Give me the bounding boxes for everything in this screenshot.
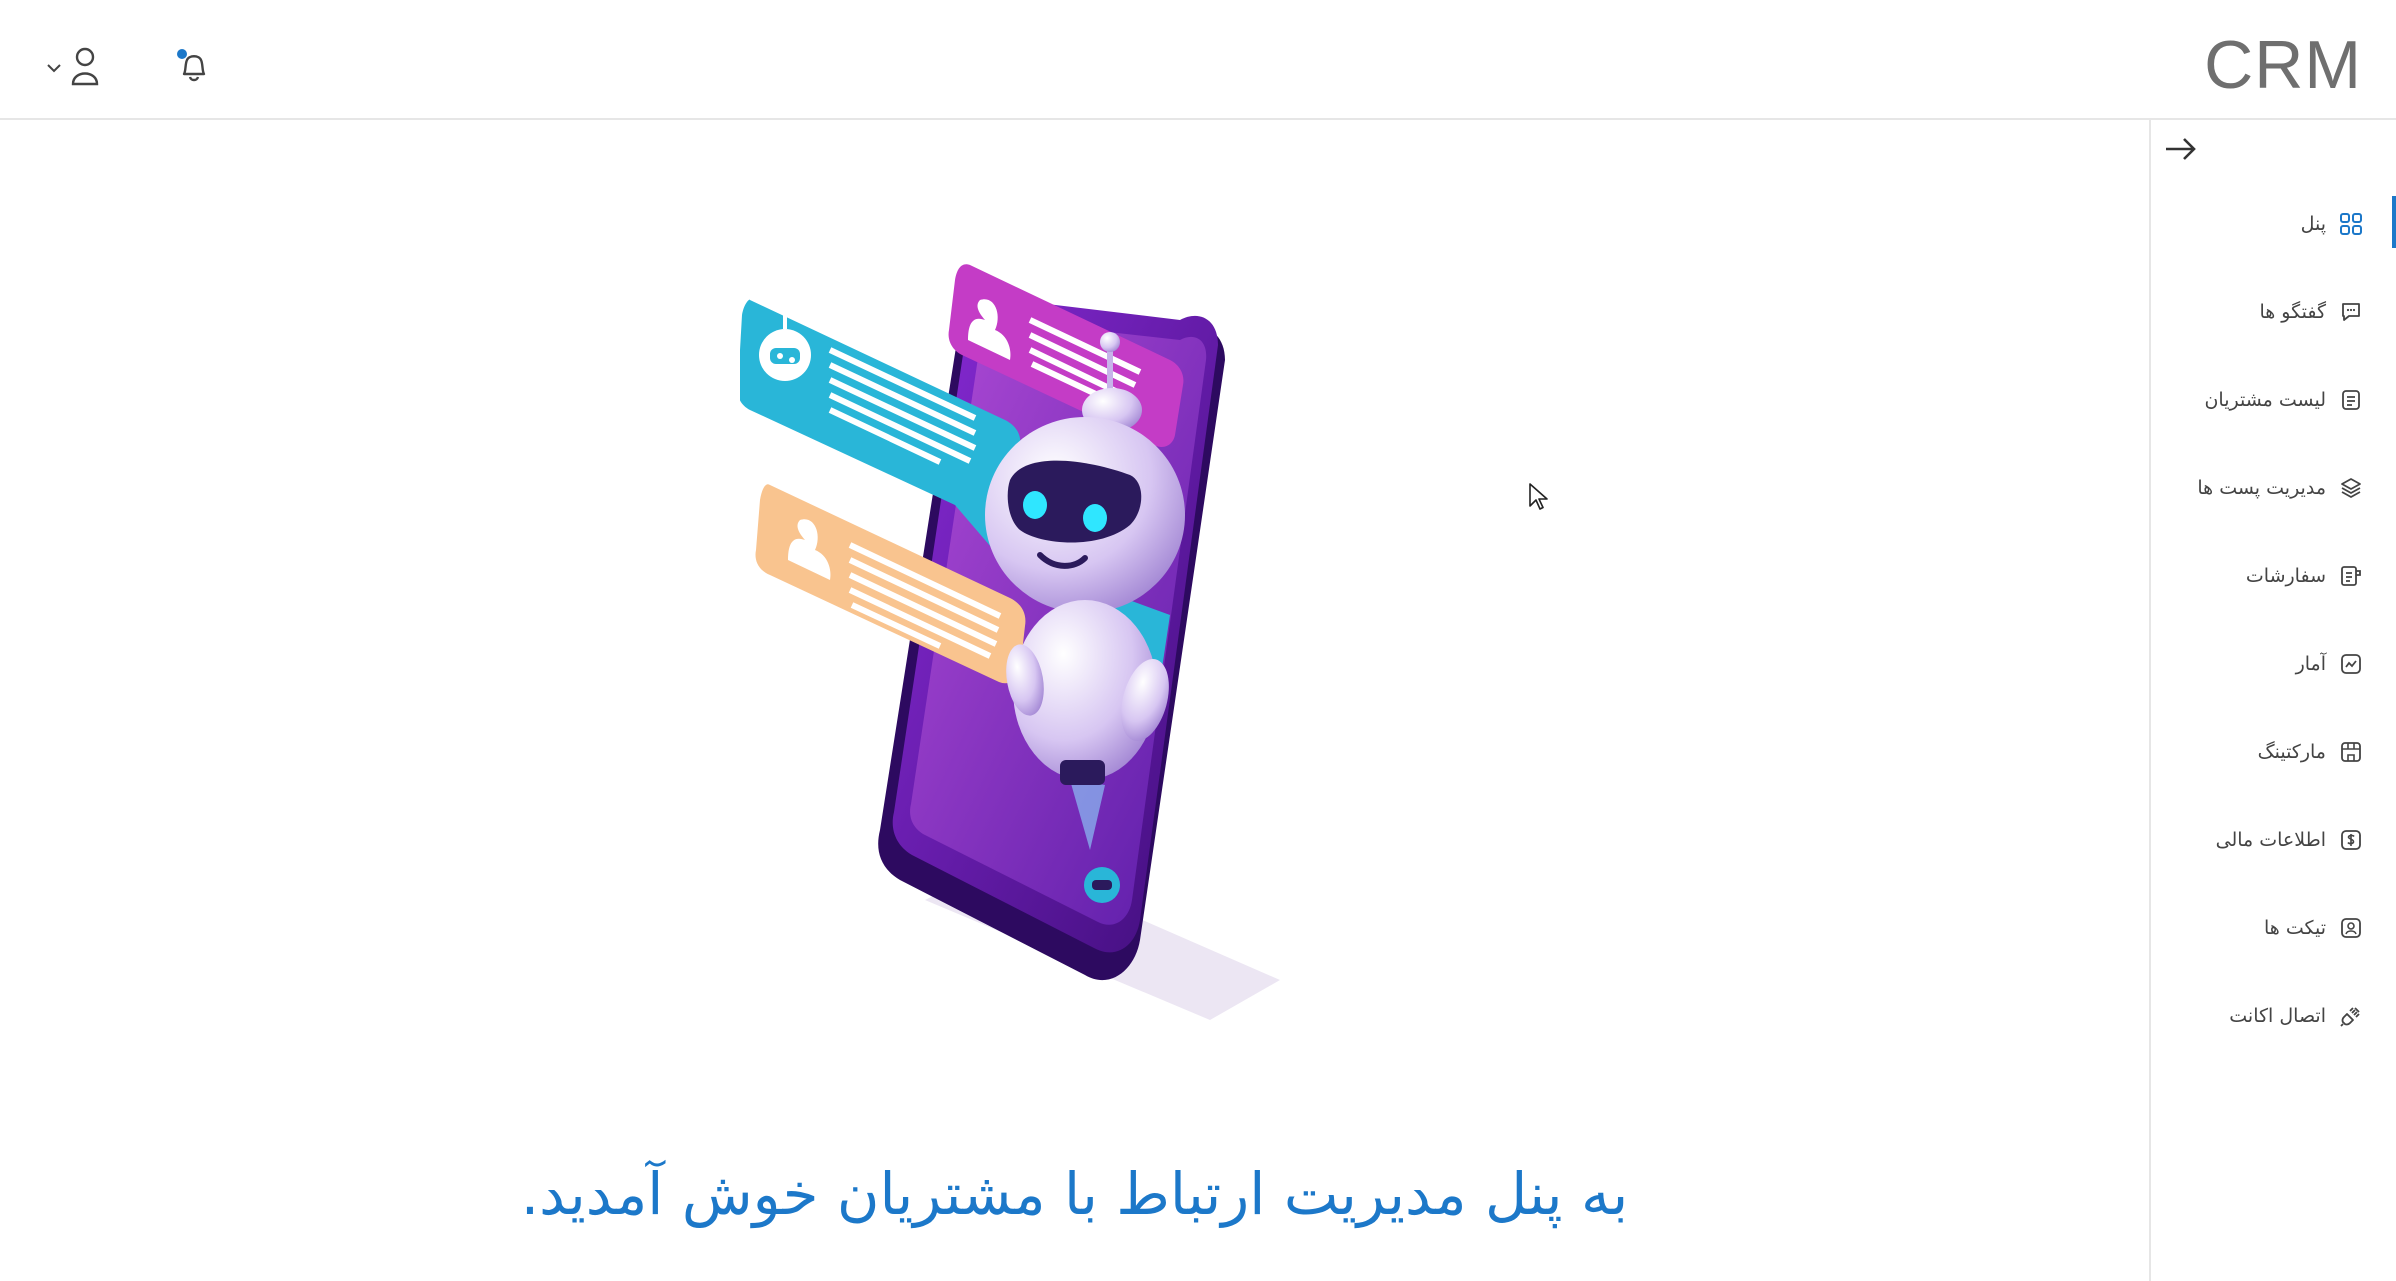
sidebar-item-label: پنل	[2300, 213, 2326, 235]
bell-icon	[177, 49, 206, 82]
sidebar-item-label: مدیریت پست ها	[2197, 477, 2326, 499]
grid-icon	[2338, 211, 2364, 237]
sidebar-item-posts[interactable]: مدیریت پست ها	[2151, 444, 2396, 532]
top-bar: CRM	[0, 0, 2396, 120]
user-menu[interactable]	[46, 44, 116, 92]
store-icon	[2338, 739, 2364, 765]
notification-dot	[177, 49, 187, 59]
sidebar-item-label: سفارشات	[2245, 565, 2326, 587]
chevron-down-icon	[46, 59, 62, 78]
sidebar-item-finance[interactable]: اطلاعات مالی	[2151, 796, 2396, 884]
sidebar-item-label: اطلاعات مالی	[2215, 829, 2326, 851]
chatbot-phone-illustration	[740, 264, 1280, 1020]
sidebar-item-marketing[interactable]: مارکتینگ	[2151, 708, 2396, 796]
sidebar-item-customers[interactable]: لیست مشتریان	[2151, 356, 2396, 444]
welcome-message: به پنل مدیریت ارتباط با مشتریان خوش آمدی…	[520, 1160, 1629, 1228]
main-content: به پنل مدیریت ارتباط با مشتریان خوش آمدی…	[0, 120, 2149, 1281]
sidebar-item-label: آمار	[2295, 653, 2326, 675]
sidebar-item-panel[interactable]: پنل	[2151, 180, 2396, 268]
sidebar-item-label: مارکتینگ	[2257, 741, 2326, 763]
sidebar-item-orders[interactable]: سفارشات	[2151, 532, 2396, 620]
sidebar: پنل گفتگو ها لیست مشتریان مدیریت پست ها …	[2149, 120, 2396, 1281]
ticket-icon	[2338, 915, 2364, 941]
mouse-cursor-icon	[1529, 483, 1548, 510]
sidebar-item-label: تیکت ها	[2263, 917, 2326, 939]
sidebar-item-conversations[interactable]: گفتگو ها	[2151, 268, 2396, 356]
sidebar-nav: پنل گفتگو ها لیست مشتریان مدیریت پست ها …	[2151, 180, 2396, 1060]
brand-logo: CRM	[2204, 27, 2362, 103]
sidebar-item-stats[interactable]: آمار	[2151, 620, 2396, 708]
sidebar-item-connect-account[interactable]: اتصال اکانت	[2151, 972, 2396, 1060]
user-icon	[70, 46, 100, 90]
arrow-right-icon	[2166, 138, 2196, 160]
sidebar-item-label: لیست مشتریان	[2204, 389, 2326, 411]
plug-icon	[2338, 1003, 2364, 1029]
sidebar-item-label: گفتگو ها	[2259, 301, 2326, 323]
sidebar-item-tickets[interactable]: تیکت ها	[2151, 884, 2396, 972]
sidebar-item-label: اتصال اکانت	[2229, 1005, 2326, 1027]
list-icon	[2338, 387, 2364, 413]
sidebar-collapse-button[interactable]	[2163, 134, 2199, 164]
layers-icon	[2338, 475, 2364, 501]
dollar-icon	[2338, 827, 2364, 853]
chart-icon	[2338, 651, 2364, 677]
chat-icon	[2338, 299, 2364, 325]
orders-icon	[2338, 563, 2364, 589]
notification-bell-button[interactable]	[172, 44, 216, 88]
